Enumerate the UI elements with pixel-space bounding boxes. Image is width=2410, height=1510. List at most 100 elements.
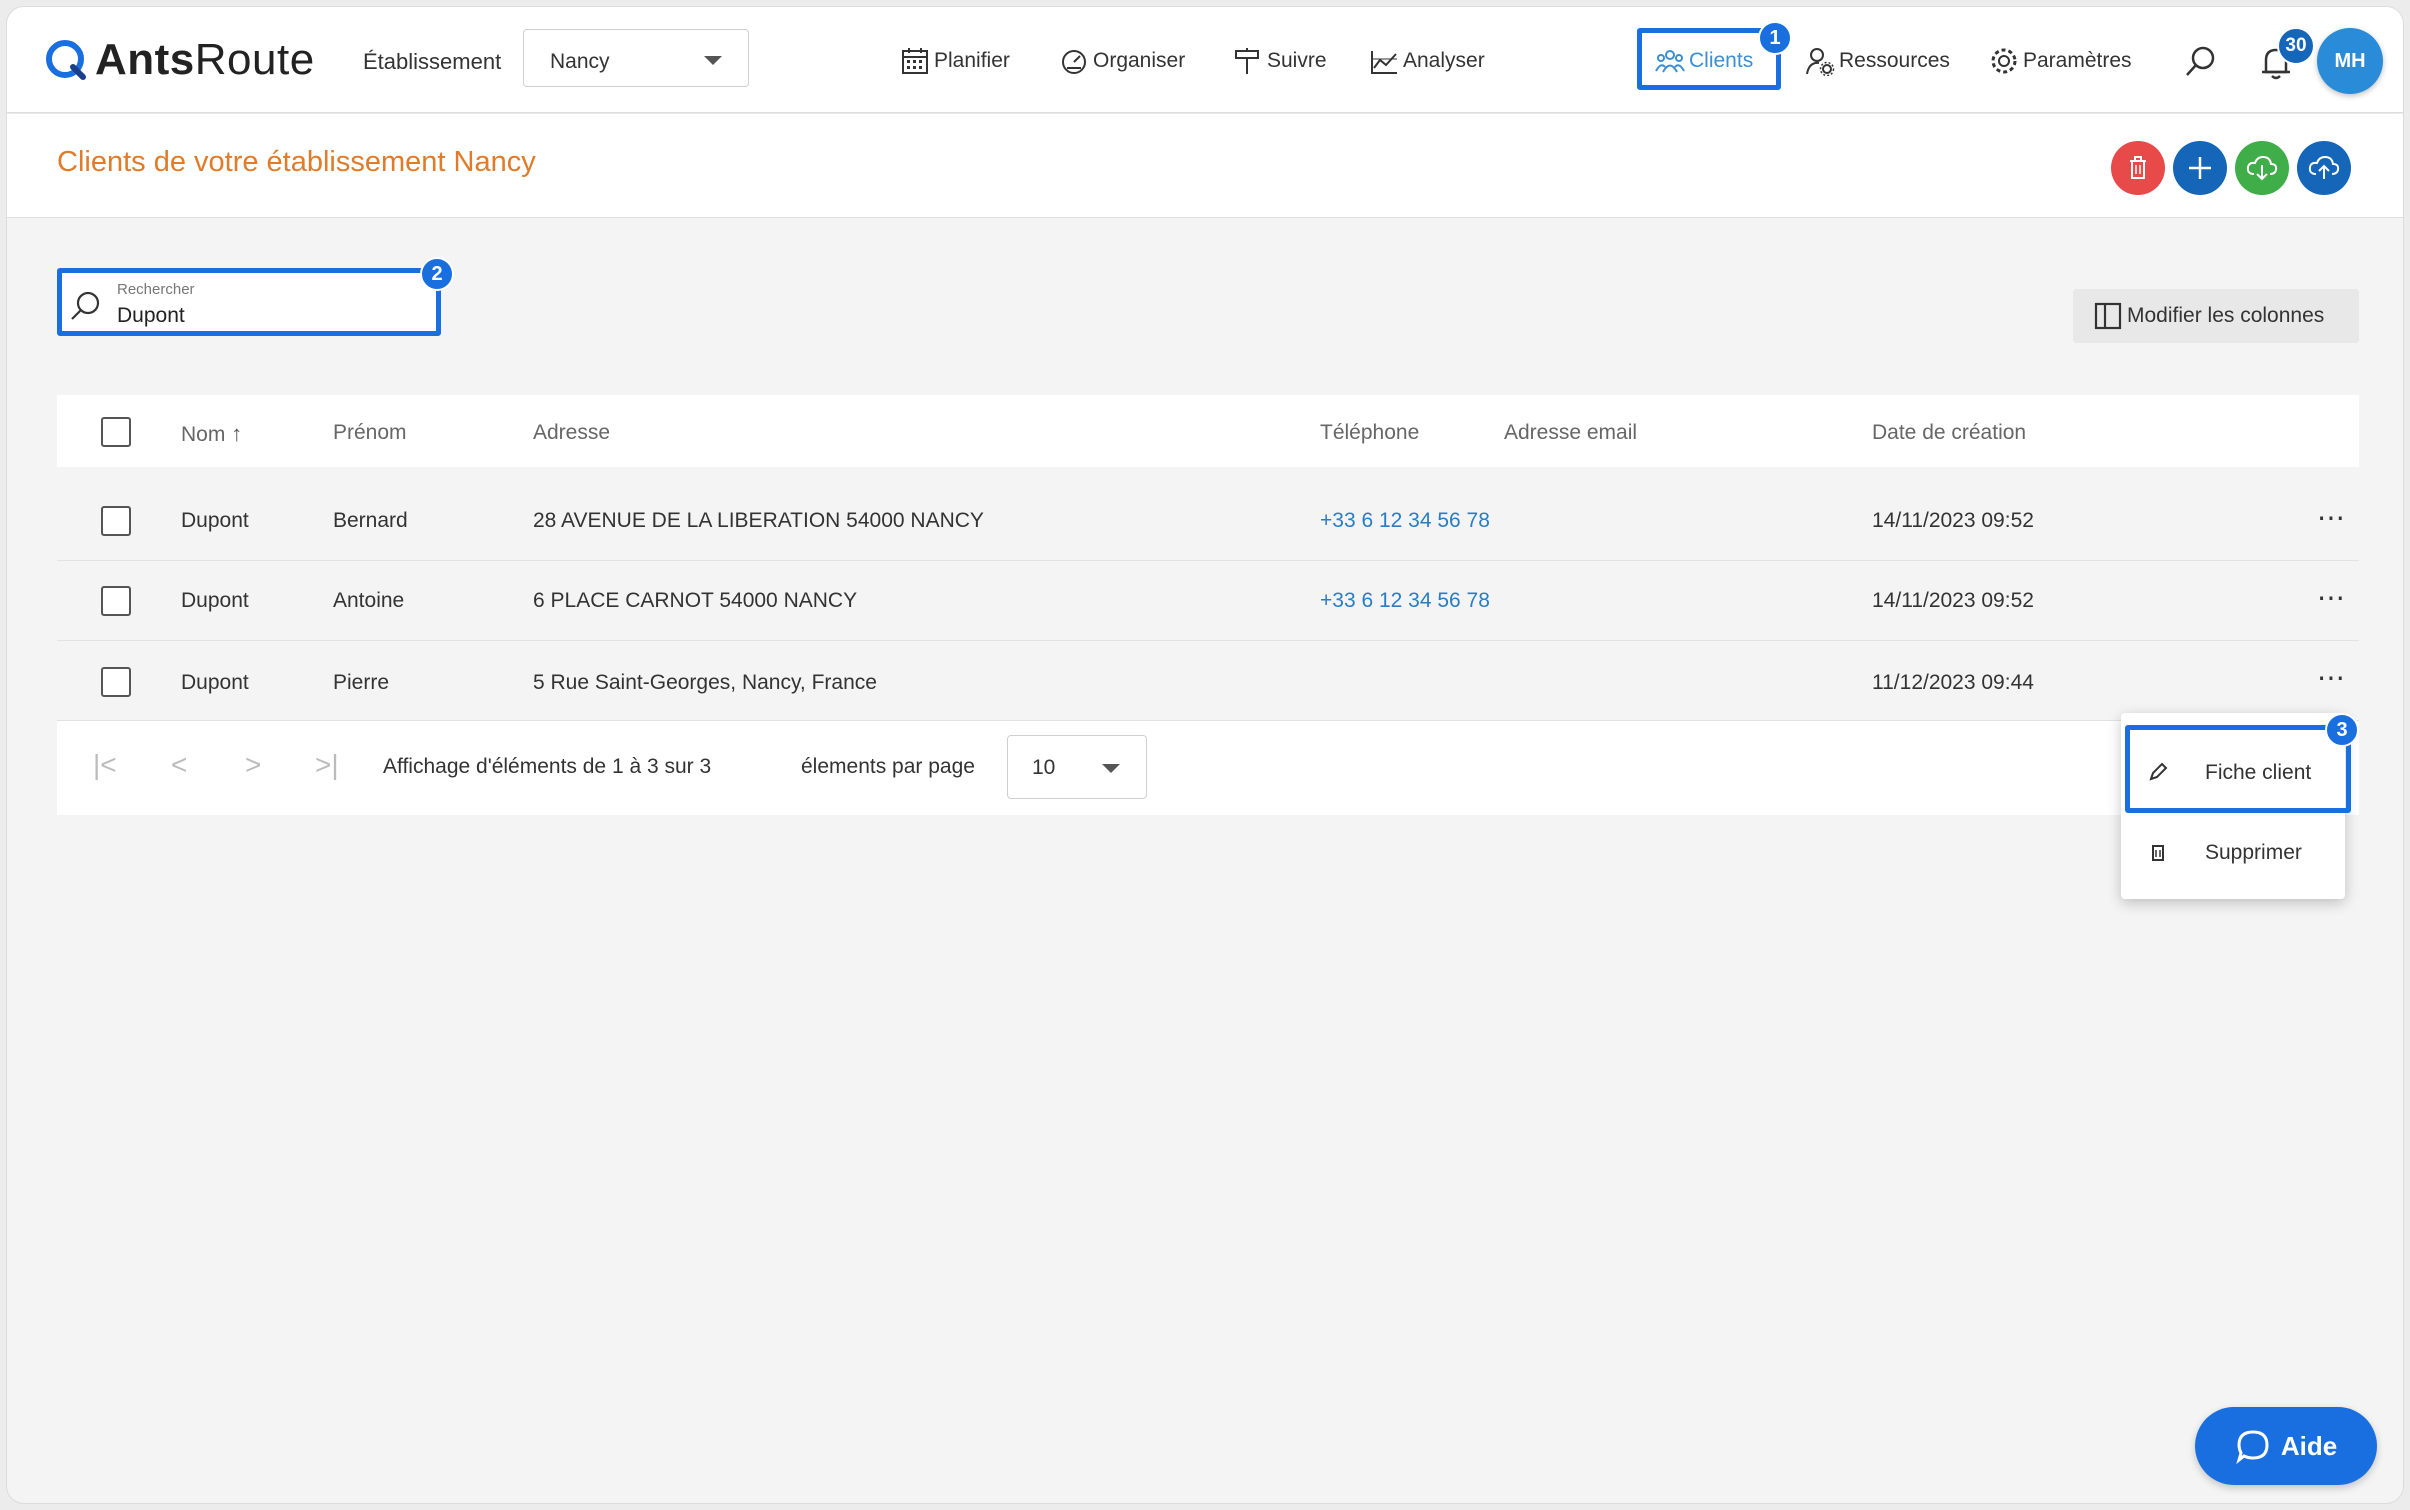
cell-prenom: Bernard	[333, 509, 408, 532]
export-button[interactable]	[2235, 141, 2289, 195]
trash-icon	[2152, 845, 2164, 861]
app-logo[interactable]: AntsRoute	[43, 35, 315, 85]
per-page-label: élements par page	[801, 755, 975, 778]
nav-analyser[interactable]: Analyser	[1369, 45, 1485, 77]
etablissement-select[interactable]: Nancy	[523, 29, 749, 87]
row-actions-more-icon[interactable]: ⋯	[2317, 501, 2346, 534]
etablissement-label: Établissement	[363, 49, 502, 74]
user-gear-icon	[1806, 48, 1835, 76]
cloud-upload-icon	[2308, 155, 2340, 179]
help-button-label: Aide	[2280, 1430, 2338, 1461]
row-checkbox[interactable]	[101, 506, 131, 536]
table-row[interactable]: Dupont Bernard 28 AVENUE DE LA LIBERATIO…	[57, 481, 2359, 561]
chart-line-icon	[1371, 51, 1397, 74]
nav-organiser[interactable]: Organiser	[1059, 45, 1185, 77]
search-button[interactable]	[2183, 43, 2219, 84]
calendar-icon	[902, 48, 928, 74]
nav-organiser-label: Organiser	[1093, 49, 1186, 72]
cell-prenom: Pierre	[333, 671, 390, 694]
cell-date: 14/11/2023 09:52	[1872, 509, 2034, 532]
cell-nom: Dupont	[181, 509, 249, 532]
app-window: AntsRoute Établissement Nancy Planifier	[6, 6, 2404, 1504]
chat-bubble-icon	[2236, 1430, 2269, 1464]
column-header-adresse[interactable]: Adresse	[533, 421, 610, 445]
table-row[interactable]: Dupont Antoine 6 PLACE CARNOT 54000 NANC…	[57, 561, 2359, 641]
row-actions-more-icon[interactable]: ⋯	[2317, 581, 2346, 614]
pagination-bar: |< < > >| Affichage d'éléments de 1 à 3 …	[57, 721, 2359, 815]
table-row[interactable]: Dupont Pierre 5 Rue Saint-Georges, Nancy…	[57, 641, 2359, 721]
delete-button[interactable]	[2111, 141, 2165, 195]
column-header-date[interactable]: Date de création	[1872, 421, 2026, 445]
cell-adresse: 28 AVENUE DE LA LIBERATION 54000 NANCY	[533, 509, 984, 532]
pagination-summary: Affichage d'éléments de 1 à 3 sur 3	[383, 755, 712, 778]
menu-item-supprimer[interactable]: Supprimer	[2121, 817, 2345, 889]
step-marker-2: 2	[420, 257, 454, 291]
last-page-icon[interactable]: >|	[315, 749, 339, 781]
nav-ressources[interactable]: Ressources	[1805, 45, 1950, 77]
nav-ressources-label: Ressources	[1839, 49, 1950, 72]
highlight-box-fiche-client	[2125, 725, 2351, 813]
row-actions-more-icon[interactable]: ⋯	[2317, 661, 2346, 694]
etablissement-value: Nancy	[550, 50, 610, 73]
nav-planifier[interactable]: Planifier	[900, 45, 1010, 77]
top-navigation-bar: AntsRoute Établissement Nancy Planifier	[7, 7, 2403, 113]
search-icon	[71, 291, 100, 320]
per-page-select[interactable]: 10	[1007, 735, 1147, 799]
nav-parametres-label: Paramètres	[2023, 49, 2132, 72]
cell-nom: Dupont	[181, 589, 249, 612]
gear-icon	[1991, 48, 2017, 74]
cell-adresse: 5 Rue Saint-Georges, Nancy, France	[533, 671, 877, 694]
row-checkbox[interactable]	[101, 586, 131, 616]
help-button[interactable]: Aide	[2195, 1407, 2377, 1485]
plus-icon	[2189, 157, 2211, 179]
user-avatar[interactable]: MH	[2317, 28, 2383, 94]
trash-icon	[2130, 156, 2146, 179]
cell-date: 11/12/2023 09:44	[1872, 671, 2034, 694]
column-header-email[interactable]: Adresse email	[1504, 421, 1637, 445]
notifications-badge: 30	[2277, 27, 2315, 65]
cell-prenom: Antoine	[333, 589, 405, 612]
edit-columns-label: Modifier les colonnes	[2127, 304, 2325, 327]
select-all-checkbox[interactable]	[101, 417, 131, 447]
nav-parametres[interactable]: Paramètres	[1989, 45, 2132, 77]
cell-adresse: 6 PLACE CARNOT 54000 NANCY	[533, 589, 858, 612]
menu-item-supprimer-label: Supprimer	[2205, 841, 2302, 864]
per-page-value: 10	[1032, 756, 1056, 779]
cloud-download-icon	[2246, 155, 2278, 181]
search-field[interactable]: Rechercher Dupont	[57, 268, 441, 336]
search-icon	[2186, 46, 2215, 76]
cell-telephone-link[interactable]: +33 6 12 34 56 78	[1320, 589, 1490, 613]
first-page-icon[interactable]: |<	[93, 749, 117, 781]
row-checkbox[interactable]	[101, 667, 131, 697]
columns-icon	[2094, 302, 2122, 330]
nav-suivre[interactable]: Suivre	[1233, 45, 1327, 77]
step-marker-3: 3	[2325, 713, 2359, 747]
column-header-telephone[interactable]: Téléphone	[1320, 421, 1419, 445]
search-label: Rechercher	[117, 281, 195, 298]
nav-planifier-label: Planifier	[934, 49, 1010, 72]
column-header-prenom[interactable]: Prénom	[333, 421, 407, 445]
column-header-nom[interactable]: Nom ↑	[181, 421, 242, 447]
signpost-icon	[1235, 48, 1259, 74]
edit-columns-button[interactable]: Modifier les colonnes	[2073, 289, 2359, 343]
speedometer-icon	[1062, 50, 1086, 74]
chevron-down-icon	[1102, 764, 1120, 773]
antsroute-logo-icon	[46, 40, 86, 80]
nav-analyser-label: Analyser	[1403, 49, 1485, 72]
import-button[interactable]	[2297, 141, 2351, 195]
chevron-down-icon	[704, 56, 722, 65]
page-header: Clients de votre établissement Nancy	[7, 114, 2403, 218]
table-header: Nom ↑ Prénom Adresse Téléphone Adresse e…	[57, 395, 2359, 467]
sort-arrow-up-icon: ↑	[231, 421, 243, 446]
cell-date: 14/11/2023 09:52	[1872, 589, 2034, 612]
next-page-icon[interactable]: >	[245, 749, 261, 781]
cell-nom: Dupont	[181, 671, 249, 694]
nav-suivre-label: Suivre	[1267, 49, 1327, 72]
add-client-button[interactable]	[2173, 141, 2227, 195]
previous-page-icon[interactable]: <	[171, 749, 187, 781]
search-input[interactable]: Dupont	[117, 304, 185, 328]
cell-telephone-link[interactable]: +33 6 12 34 56 78	[1320, 509, 1490, 533]
step-marker-1: 1	[1758, 21, 1792, 55]
page-title: Clients de votre établissement Nancy	[57, 146, 536, 178]
logo-text: AntsRoute	[95, 35, 315, 84]
